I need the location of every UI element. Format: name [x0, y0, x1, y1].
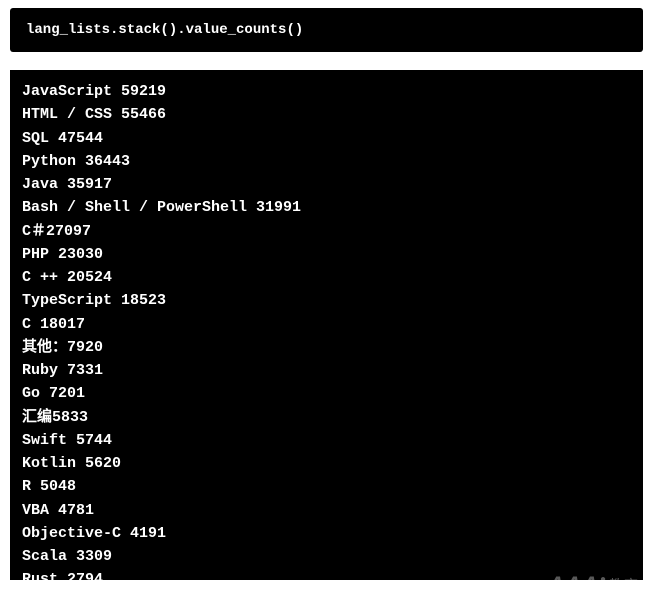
output-line: Rust 2794	[22, 568, 631, 580]
output-line: SQL 47544	[22, 127, 631, 150]
output-line: R 5048	[22, 475, 631, 498]
output-line: Ruby 7331	[22, 359, 631, 382]
output-line: C 18017	[22, 313, 631, 336]
output-line: Bash / Shell / PowerShell 31991	[22, 196, 631, 219]
code-input-cell: lang_lists.stack().value_counts()	[10, 8, 643, 52]
output-line: PHP 23030	[22, 243, 631, 266]
output-line: JavaScript 59219	[22, 80, 631, 103]
output-line: Scala 3309	[22, 545, 631, 568]
code-input-text: lang_lists.stack().value_counts()	[26, 22, 303, 38]
output-line: Python 36443	[22, 150, 631, 173]
output-line: TypeScript 18523	[22, 289, 631, 312]
output-line: HTML / CSS 55466	[22, 103, 631, 126]
output-line: C＃27097	[22, 220, 631, 243]
output-line: 其他：7920	[22, 336, 631, 359]
code-output-cell: JavaScript 59219HTML / CSS 55466SQL 4754…	[10, 70, 643, 580]
output-line: Objective-C 4191	[22, 522, 631, 545]
output-line: Java 35917	[22, 173, 631, 196]
output-line: Swift 5744	[22, 429, 631, 452]
output-line: Go 7201	[22, 382, 631, 405]
output-line: C ++ 20524	[22, 266, 631, 289]
output-line: VBA 4781	[22, 499, 631, 522]
output-line: 汇编5833	[22, 406, 631, 429]
output-line: Kotlin 5620	[22, 452, 631, 475]
